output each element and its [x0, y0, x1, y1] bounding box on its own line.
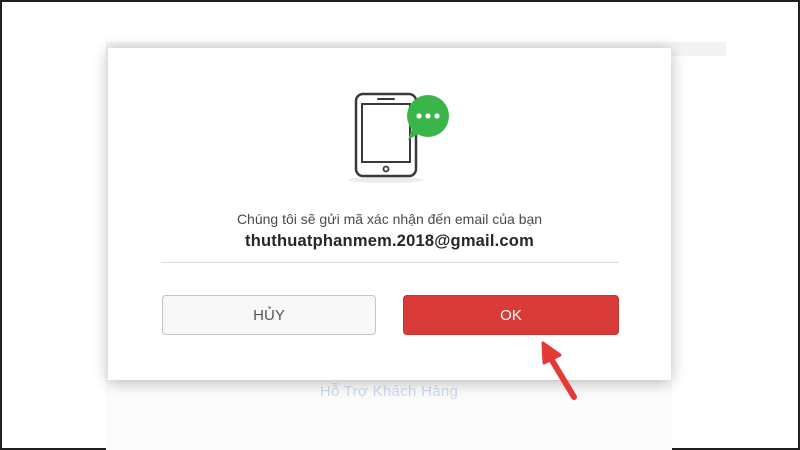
ok-button[interactable]: OK	[403, 295, 619, 335]
verification-message: Chúng tôi sẽ gửi mã xác nhận đến email c…	[236, 211, 543, 227]
email-address: thuthuatphanmem.2018@gmail.com	[245, 232, 534, 250]
cancel-button[interactable]: HỦY	[162, 295, 376, 335]
divider	[161, 262, 619, 263]
verification-dialog: Chúng tôi sẽ gửi mã xác nhận đến email c…	[108, 48, 671, 380]
screenshot-frame: Hỗ Trợ Khách Hàng Chúng tôi sẽ gửi mã xá…	[0, 0, 800, 450]
phone-with-chat-bubble-icon	[348, 92, 449, 183]
red-arrow-pointer-icon	[541, 341, 577, 400]
